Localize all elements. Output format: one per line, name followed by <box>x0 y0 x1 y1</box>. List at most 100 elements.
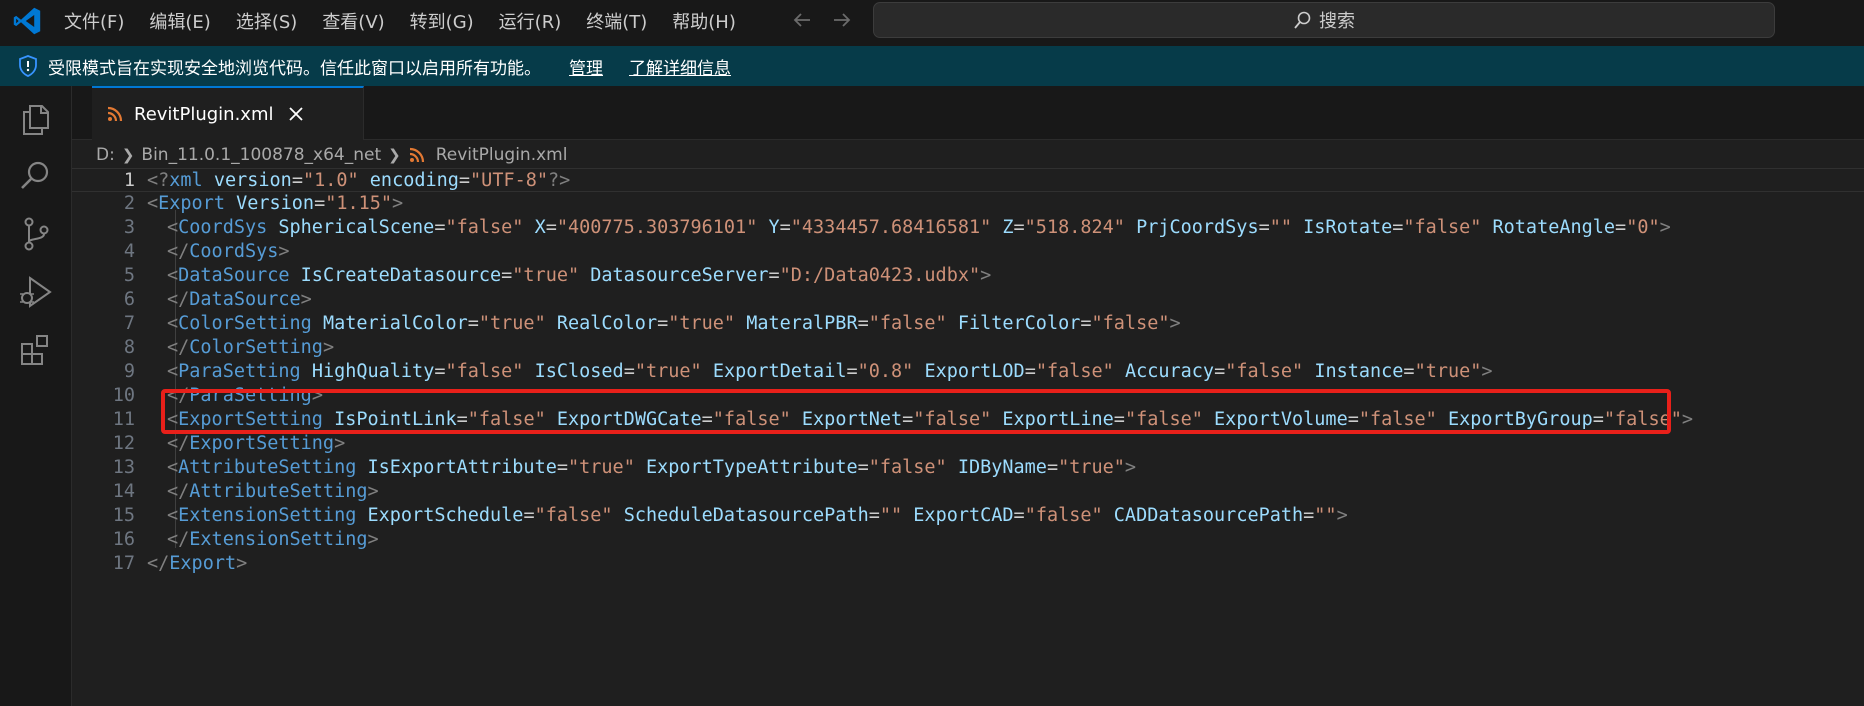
line-number: 2 <box>123 193 135 214</box>
extensions-icon[interactable] <box>16 330 56 370</box>
code-line[interactable]: 16 </ExtensionSetting> <box>72 528 1864 552</box>
manage-link[interactable]: 管理 <box>569 54 603 79</box>
menu-item[interactable]: 帮助(H) <box>672 8 736 34</box>
code-line[interactable]: 5 <DataSource IsCreateDatasource="true" D… <box>72 264 1864 288</box>
line-number: 7 <box>123 313 135 334</box>
tab-label: RevitPlugin.xml <box>134 103 274 125</box>
code-line[interactable]: 2 <Export Version="1.15"> <box>72 192 1864 216</box>
code-token: "400775.303796101" <box>556 217 758 238</box>
code-line[interactable]: 15 <ExtensionSetting ExportSchedule="fals… <box>72 504 1864 528</box>
line-number: 10 <box>112 385 135 406</box>
line-number: 13 <box>112 457 135 478</box>
menu-item[interactable]: 查看(V) <box>322 8 384 34</box>
line-number: 3 <box>123 217 135 238</box>
close-icon[interactable] <box>286 104 306 124</box>
line-number: 4 <box>123 241 135 262</box>
code-token: "true" <box>568 457 635 478</box>
code-token: CoordSys <box>189 241 279 262</box>
code-line[interactable]: 10 </ParaSetting> <box>72 384 1864 408</box>
code-line[interactable]: 3 <CoordSys SphericalScene="false" X="400… <box>72 216 1864 240</box>
arrow-right-icon[interactable] <box>830 8 854 32</box>
code-editor[interactable]: 1 <?xml version="1.0" encoding="UTF-8"?> 2… <box>72 168 1864 706</box>
source-control-icon[interactable] <box>16 214 56 254</box>
command-center-search[interactable]: 搜索 <box>873 2 1775 38</box>
line-number: 12 <box>112 433 135 454</box>
code-token: < <box>167 313 179 334</box>
explorer-files-icon[interactable] <box>16 98 56 138</box>
menu-item[interactable]: 终端(T) <box>586 8 647 34</box>
menu-item[interactable]: 文件(F) <box>64 8 124 34</box>
line-number: 14 <box>112 481 135 502</box>
code-text: <ExtensionSetting ExportSchedule="false"… <box>167 504 1348 528</box>
code-token: = <box>458 170 471 191</box>
code-token: ExportLine <box>1002 409 1114 430</box>
code-token: = <box>1592 409 1604 430</box>
code-token: = <box>1113 409 1125 430</box>
code-token: > <box>367 481 379 502</box>
code-text: </AttributeSetting> <box>167 480 379 504</box>
code-line[interactable]: 14 </AttributeSetting> <box>72 480 1864 504</box>
breadcrumb-folder[interactable]: Bin_11.0.1_100878_x64_net <box>141 145 381 165</box>
code-line[interactable]: 12 </ExportSetting> <box>72 432 1864 456</box>
breadcrumb-file[interactable]: RevitPlugin.xml <box>436 145 568 165</box>
code-text: <ExportSetting IsPointLink="false" Expor… <box>167 408 1693 432</box>
code-text: <ParaSetting HighQuality="false" IsClose… <box>167 360 1493 384</box>
code-token: Accuracy <box>1124 361 1215 382</box>
search-icon[interactable] <box>16 156 56 196</box>
code-token: = <box>314 193 326 214</box>
arrow-left-icon[interactable] <box>790 8 814 32</box>
tab-revitplugin-xml[interactable]: RevitPlugin.xml <box>92 86 364 140</box>
code-text: </DataSource> <box>167 288 312 312</box>
code-token: = <box>545 217 557 238</box>
code-token: = <box>1013 505 1025 526</box>
code-line[interactable]: 7 <ColorSetting MaterialColor="true" Real… <box>72 312 1864 336</box>
code-line[interactable]: 17 </Export> <box>72 552 1864 576</box>
menu-item[interactable]: 运行(R) <box>499 8 562 34</box>
code-token: "1.0" <box>302 170 359 191</box>
menu-item[interactable]: 转到(G) <box>410 8 474 34</box>
code-token: = <box>1258 217 1270 238</box>
code-token: = <box>456 409 468 430</box>
code-token: "true" <box>1058 457 1125 478</box>
code-line[interactable]: 1 <?xml version="1.0" encoding="UTF-8"?> <box>72 168 1864 192</box>
code-token: Y <box>768 217 780 238</box>
code-line[interactable]: 11 <ExportSetting IsPointLink="false" Exp… <box>72 408 1864 432</box>
vscode-logo-icon[interactable] <box>12 6 42 36</box>
code-token: SphericalScene <box>278 217 435 238</box>
code-token: ScheduleDatasourcePath <box>623 505 869 526</box>
run-and-debug-icon[interactable] <box>16 272 56 312</box>
code-token: </ <box>167 241 190 262</box>
menu-item[interactable]: 编辑(E) <box>149 8 210 34</box>
code-token: IsCreateDatasource <box>300 265 502 286</box>
code-token: "0.8" <box>857 361 914 382</box>
line-number: 1 <box>123 170 135 191</box>
breadcrumb-drive[interactable]: D: <box>96 145 115 165</box>
menu-item[interactable]: 选择(S) <box>236 8 297 34</box>
xml-file-icon <box>107 106 123 122</box>
code-token: MaterialColor <box>322 313 468 334</box>
code-token: IsRotate <box>1303 217 1393 238</box>
code-text: </CoordSys> <box>167 240 290 264</box>
code-line[interactable]: 6 </DataSource> <box>72 288 1864 312</box>
code-line[interactable]: 4 </CoordSys> <box>72 240 1864 264</box>
code-token: "false" <box>913 409 992 430</box>
code-line[interactable]: 8 </ColorSetting> <box>72 336 1864 360</box>
code-line[interactable]: 9 <ParaSetting HighQuality="false" IsClos… <box>72 360 1864 384</box>
activity-bar <box>0 86 72 706</box>
code-line[interactable]: 13 <AttributeSetting IsExportAttribute="t… <box>72 456 1864 480</box>
code-token: "518.824" <box>1024 217 1125 238</box>
learn-more-link[interactable]: 了解详细信息 <box>629 54 731 79</box>
code-token: = <box>857 457 869 478</box>
code-token: "true" <box>634 361 702 382</box>
code-token: < <box>147 170 159 191</box>
